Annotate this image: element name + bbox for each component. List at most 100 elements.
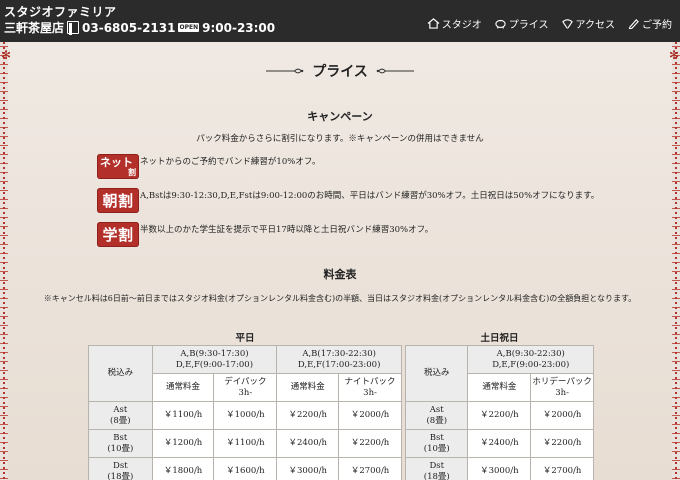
map-pin-icon	[561, 19, 573, 29]
nav-studio[interactable]: スタジオ	[427, 16, 482, 31]
price-cell: ￥2400/h	[276, 429, 340, 458]
price-cell: ￥1000/h	[213, 401, 278, 430]
pencil-icon	[628, 19, 639, 29]
price-cell: ￥1200/h	[151, 429, 215, 458]
price-cell: ￥1800/h	[151, 457, 215, 480]
nav-label: プライス	[508, 20, 549, 31]
price-cell: ￥2000/h	[530, 401, 594, 430]
price-cell: ￥2400/h	[467, 429, 532, 458]
campaign-text: A,Bstは9:30-12:30,D,E,Fstは9:00-12:00のお時間、…	[140, 191, 600, 201]
store-info: 三軒茶屋店 03-6805-2131 OPEN 9:00-23:00	[4, 19, 275, 36]
studio-cell: Ast (8畳)	[404, 401, 469, 430]
nav-label: ご予約	[642, 20, 672, 31]
table-row: Bst (10畳) ￥1200/h ￥1100/h ￥2400/h ￥2200/h	[88, 429, 402, 458]
price-cell: ￥1100/h	[213, 429, 278, 458]
group-line: D,E,F(9:00-23:00)	[492, 359, 570, 370]
studio-size: (10畳)	[423, 443, 450, 454]
table-group-header: A,B(17:30-22:30) D,E,F(17:00-23:00)	[276, 345, 402, 374]
table-row: Ast (8畳) ￥2200/h ￥2000/h	[404, 401, 594, 430]
campaign-text: ネットからのご予約でバンド練習が10%オフ。	[140, 157, 321, 167]
cancellation-note: ※キャンセル料は6日前～前日まではスタジオ料金(オプションレンタル料金含む)の半…	[43, 294, 637, 303]
table-group-header: A,B(9:30-17:30) D,E,F(9:00-17:00)	[151, 345, 278, 374]
weekday-caption: 平日	[235, 333, 255, 344]
price-cell: ￥2200/h	[467, 401, 532, 430]
badge-main: ネット	[100, 155, 133, 169]
studio-name: Bst	[113, 432, 128, 443]
page-title-wrap: プライス	[0, 60, 680, 81]
campaign-item-net: ネット 割 ネットからのご予約でバンド練習が10%オフ。	[97, 154, 320, 179]
studio-size: (18畳)	[107, 471, 134, 480]
price-cell: ￥2200/h	[530, 429, 594, 458]
column-header-line: 3h-	[363, 387, 377, 398]
price-cell: ￥2200/h	[338, 429, 402, 458]
campaign-item-morning: 朝割 A,Bstは9:30-12:30,D,E,Fstは9:00-12:00のお…	[97, 188, 599, 213]
page-title: プライス	[266, 61, 414, 81]
campaign-item-student: 学割 半数以上のかた学生証を提示で平日17時以降と土日祝バンド練習30%オフ。	[97, 222, 433, 247]
business-hours: 9:00-23:00	[202, 20, 276, 35]
table-corner: 税込み	[88, 345, 153, 402]
studio-size: (8畳)	[426, 415, 448, 426]
price-cell: ￥3000/h	[276, 457, 340, 480]
studio-size: (8畳)	[110, 415, 131, 426]
group-line: D,E,F(9:00-17:00)	[175, 359, 254, 370]
holiday-price-table: 税込み A,B(9:30-22:30) D,E,F(9:00-23:00) 通常…	[404, 345, 594, 480]
campaign-text: 半数以上のかた学生証を提示で平日17時以降と土日祝バンド練習30%オフ。	[140, 225, 434, 235]
column-header-line: 3h-	[555, 387, 569, 398]
studio-cell: Bst (10畳)	[404, 429, 469, 458]
column-header-line: ナイトパック	[344, 376, 396, 387]
table-row: Dst (18畳) ￥1800/h ￥1600/h ￥3000/h ￥2700/h	[88, 457, 402, 480]
column-header: 通常料金	[467, 373, 532, 402]
column-header-line: 3h-	[238, 387, 253, 398]
flourish-left-icon	[266, 68, 304, 74]
studio-cell: Dst (18畳)	[404, 457, 469, 480]
studio-cell: Bst (10畳)	[88, 429, 153, 458]
group-line: A,B(17:30-22:30)	[302, 348, 376, 359]
group-line: A,B(9:30-17:30)	[180, 348, 249, 359]
studio-name: Ast	[113, 404, 128, 415]
studio-size: (10畳)	[107, 443, 134, 454]
column-header: ホリデーパック 3h-	[530, 373, 594, 402]
group-line: A,B(9:30-22:30)	[496, 348, 565, 359]
branch-name: 三軒茶屋店	[4, 21, 65, 35]
nav-reservation[interactable]: ご予約	[627, 16, 672, 31]
table-row: Ast (8畳) ￥1100/h ￥1000/h ￥2200/h ￥2000/h	[88, 401, 402, 430]
price-cell: ￥2700/h	[530, 457, 594, 480]
column-header: 通常料金	[276, 373, 340, 402]
price-cell: ￥1600/h	[213, 457, 278, 480]
nav-label: アクセス	[575, 20, 616, 31]
price-cell: ￥3000/h	[467, 457, 532, 480]
price-cell: ￥2200/h	[276, 401, 340, 430]
table-group-header: A,B(9:30-22:30) D,E,F(9:00-23:00)	[467, 345, 594, 374]
phone-icon	[67, 21, 80, 35]
campaign-intro: パック料金からさらに割引になります。※キャンペーンの併用はできません	[196, 134, 484, 144]
price-cell: ￥2000/h	[338, 401, 402, 430]
weekday-price-table: 税込み A,B(9:30-17:30) D,E,F(9:00-17:00) A,…	[88, 345, 402, 480]
studio-name: Bst	[429, 432, 444, 443]
column-header: デイパック 3h-	[213, 373, 278, 402]
table-row: Dst (18畳) ￥3000/h ￥2700/h	[404, 457, 594, 480]
table-corner: 税込み	[404, 345, 469, 402]
site-name[interactable]: スタジオファミリア	[4, 3, 117, 20]
morning-discount-badge: 朝割	[97, 188, 139, 213]
column-header: ナイトパック 3h-	[338, 373, 402, 402]
column-header-line: デイパック	[224, 376, 267, 387]
site-header: スタジオファミリア 三軒茶屋店 03-6805-2131 OPEN 9:00-2…	[0, 0, 680, 42]
house-icon	[427, 18, 440, 29]
nav-access[interactable]: アクセス	[561, 16, 616, 31]
open-icon: OPEN	[178, 23, 200, 32]
studio-cell: Dst (18畳)	[88, 457, 153, 480]
campaign-title: キャンペーン	[307, 110, 373, 123]
page-title-text: プライス	[312, 64, 368, 80]
phone-number[interactable]: 03-6805-2131	[82, 21, 175, 35]
studio-cell: Ast (8畳)	[88, 401, 153, 430]
nav-price[interactable]: プライス	[494, 16, 549, 31]
column-header: 通常料金	[151, 373, 215, 402]
group-line: D,E,F(17:00-23:00)	[297, 359, 381, 370]
price-cell: ￥1100/h	[151, 401, 215, 430]
flourish-right-icon	[376, 68, 414, 74]
price-table-title: 料金表	[323, 268, 357, 281]
main-nav: スタジオ プライス アクセス ご予約	[427, 16, 672, 31]
holiday-caption: 土日祝日	[480, 333, 519, 344]
column-header-line: ホリデーパック	[532, 376, 592, 387]
student-discount-badge: 学割	[97, 222, 139, 247]
